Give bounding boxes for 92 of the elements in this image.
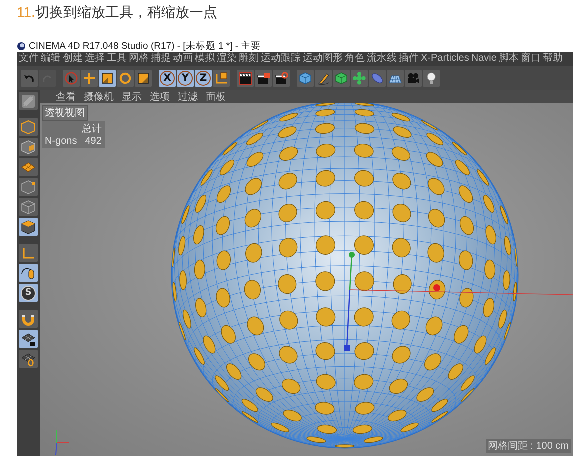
wire-cube-button[interactable]	[19, 198, 38, 216]
menu-item[interactable]: 窗口	[520, 54, 541, 64]
window-title: CINEMA 4D R17.048 Studio (R17) - [未标题 1 *] - 主要	[29, 40, 262, 52]
rotate-button[interactable]	[117, 70, 134, 86]
cube-corner-icon	[21, 180, 36, 194]
clapperboard-icon	[257, 72, 270, 84]
cursor-icon	[65, 72, 78, 84]
undo-button[interactable]	[21, 70, 38, 86]
cube-button[interactable]	[19, 118, 38, 136]
light-bulb-icon	[425, 72, 438, 84]
menu-item[interactable]: 帮助	[542, 54, 563, 64]
menu-item[interactable]: 运动图形	[303, 54, 343, 64]
menu-item[interactable]: 编辑	[41, 54, 61, 64]
clapperboard-icon	[239, 72, 252, 84]
pen-button[interactable]	[315, 70, 332, 86]
menu-item[interactable]: 工具	[107, 54, 127, 64]
mouse-button[interactable]	[19, 264, 38, 282]
menu-item[interactable]: 运动跟踪	[261, 54, 301, 64]
menu-item[interactable]: 流水线	[367, 54, 397, 64]
spheres-cluster-button[interactable]	[351, 70, 368, 86]
menu-item[interactable]: 动画	[173, 54, 193, 64]
viewport-menu-item[interactable]: 查看	[56, 90, 76, 104]
viewport-menu-item[interactable]: 过滤	[178, 90, 198, 104]
pen-icon	[317, 72, 330, 84]
menu-item[interactable]: 创建	[63, 54, 83, 64]
grid-lock-button[interactable]	[19, 330, 38, 348]
world-axis-icon	[56, 430, 70, 456]
scale-button[interactable]	[99, 70, 116, 86]
move-axis-handles-drawing[interactable]	[344, 252, 573, 351]
move-icon	[83, 72, 96, 84]
snap-button[interactable]: S	[19, 284, 38, 302]
scale-icon	[101, 72, 114, 84]
coordinate-axes-icon	[215, 72, 228, 84]
menu-item[interactable]: X-Particles	[421, 54, 470, 64]
axis-corner-button[interactable]	[19, 244, 38, 262]
viewport-menu-item[interactable]: 选项	[150, 90, 170, 104]
menu-item[interactable]: 捕捉	[151, 54, 171, 64]
capsule-button[interactable]	[369, 70, 386, 86]
axis-corner-icon	[21, 246, 36, 260]
menu-item[interactable]: 渲染	[217, 54, 237, 64]
polygon-cube-button[interactable]	[19, 218, 38, 236]
cube-icon	[299, 72, 312, 84]
grid-plane-icon	[21, 352, 36, 366]
coordinate-axes-button[interactable]	[213, 70, 230, 86]
wire-cube-icon	[21, 200, 36, 214]
menu-item[interactable]: 选择	[85, 54, 105, 64]
magnet-button[interactable]	[19, 310, 38, 328]
textured-cube-icon	[21, 140, 36, 154]
recent-tool-button[interactable]	[135, 70, 152, 86]
axis-lock-button[interactable]: Z	[195, 70, 212, 86]
menu-item[interactable]: 角色	[345, 54, 365, 64]
grid-spacing-label: 网格间距 : 100 cm	[486, 439, 571, 453]
stats-header: 总计	[80, 122, 102, 136]
app-logo-icon	[17, 42, 26, 50]
spheres-cluster-icon	[353, 72, 366, 84]
rotate-icon	[119, 72, 132, 84]
cube-corner-button[interactable]	[19, 178, 38, 196]
textured-cube-button[interactable]	[19, 138, 38, 156]
recent-tool-icon	[137, 72, 150, 84]
mouse-icon	[21, 266, 36, 280]
grid-lock-icon	[21, 332, 36, 346]
menu-item[interactable]: 模拟	[195, 54, 215, 64]
move-button[interactable]	[81, 70, 98, 86]
subdivision-cube-icon	[335, 72, 348, 84]
menu-item[interactable]: Navie	[471, 54, 497, 64]
step-instruction: 切换到缩放工具，稍缩放一点	[35, 4, 218, 22]
cursor-button[interactable]	[63, 70, 80, 86]
subdivision-cube-button[interactable]	[333, 70, 350, 86]
axis-lock-button[interactable]: X	[159, 70, 176, 86]
viewport-menu-item[interactable]: 摄像机	[84, 90, 114, 104]
viewport-menu-item[interactable]: 显示	[122, 90, 142, 104]
stats-label: N-gons	[45, 136, 78, 147]
menu-item[interactable]: 文件	[19, 54, 39, 64]
clapperboard-button[interactable]	[237, 70, 254, 86]
menu-item[interactable]: 网格	[129, 54, 149, 64]
capsule-icon	[371, 72, 384, 84]
stats-value: 492	[85, 136, 102, 147]
view-name-label: 透视视图	[42, 105, 88, 121]
camera-icon	[407, 72, 420, 84]
cube-button[interactable]	[297, 70, 314, 86]
light-bulb-button[interactable]	[423, 70, 440, 86]
cube-icon	[21, 120, 36, 134]
menu-item[interactable]: 雕刻	[239, 54, 259, 64]
polygon-cube-icon	[21, 220, 36, 234]
grid-plane-button[interactable]	[19, 350, 38, 368]
floor-grid-button[interactable]	[387, 70, 404, 86]
menu-item[interactable]: 脚本	[498, 54, 519, 64]
axis-lock-button[interactable]: Y	[177, 70, 194, 86]
menu-item[interactable]: 插件	[399, 54, 419, 64]
grid-plane-button[interactable]	[19, 158, 38, 176]
viewport-menu-item[interactable]: 面板	[206, 90, 226, 104]
step-number: 11.	[17, 4, 36, 20]
